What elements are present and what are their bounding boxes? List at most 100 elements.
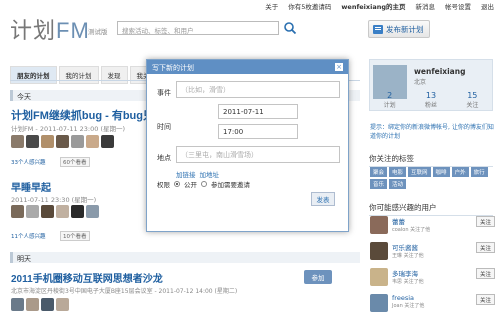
public-radio[interactable]	[174, 181, 180, 187]
tag[interactable]: 电影	[389, 167, 407, 177]
top-link-messages[interactable]: 新消息	[416, 1, 436, 11]
stat-plans[interactable]: 2 计划	[384, 91, 396, 109]
section-tomorrow-label: 明天	[17, 255, 31, 263]
avatar[interactable]	[370, 216, 388, 234]
permission-row: 权限 公开 参加需要邀请	[157, 179, 250, 189]
avatar[interactable]	[71, 205, 84, 218]
stat-following[interactable]: 15 关注	[466, 91, 478, 109]
tab-discover[interactable]: 发现	[100, 66, 128, 84]
add-address[interactable]: 加地址	[200, 169, 220, 179]
search-input[interactable]: 搜索活动、标签、和用户	[117, 21, 279, 35]
want-button[interactable]: 10个看看	[60, 231, 90, 241]
tag[interactable]: 户外	[451, 167, 469, 177]
tab-mine[interactable]: 我的计划	[58, 66, 99, 84]
close-icon[interactable]: ×	[335, 63, 343, 71]
rec-name[interactable]: 可乐酱酱	[392, 242, 424, 252]
logo[interactable]: 计划FM	[10, 13, 90, 45]
avatar[interactable]	[101, 135, 114, 148]
avatar[interactable]	[370, 268, 388, 286]
follow-button[interactable]: 关注	[475, 268, 495, 279]
post-meta: 北京市海淀区丹棱街3号中国电子大厦B座15层会议室 - 2011-07-12 1…	[11, 288, 238, 295]
tab-friends[interactable]: 朋友的计划	[10, 66, 57, 84]
rec-name[interactable]: 蕾蕾	[392, 216, 430, 226]
tag-list: 聚会 电影 互联网 咖啡 户外 旅行 音乐 活动	[370, 167, 495, 189]
search-icon	[284, 22, 297, 35]
date-input[interactable]: 2011-07-11	[218, 104, 298, 119]
stat-value: 15	[467, 91, 478, 100]
avatar[interactable]	[41, 205, 54, 218]
profile-name[interactable]: wenfeixiang	[414, 67, 465, 76]
add-links: 加链接 加地址	[176, 169, 219, 179]
tag[interactable]: 聚会	[370, 167, 388, 177]
avatar[interactable]	[41, 135, 54, 148]
follow-button[interactable]: 关注	[475, 216, 495, 227]
avatar[interactable]	[56, 205, 69, 218]
rec-name[interactable]: 多瑞李海	[392, 268, 424, 278]
recommend-item: 蕾蕾 coalon 关注了他 关注	[370, 216, 495, 234]
post-title[interactable]: 计划FM继续抓bug - 有bug只	[11, 107, 154, 123]
avatar[interactable]	[370, 242, 388, 260]
stat-fans[interactable]: 13 粉丝	[425, 91, 437, 109]
avatar[interactable]	[86, 205, 99, 218]
stat-label: 粉丝	[424, 102, 437, 109]
top-link-logout[interactable]: 退出	[481, 1, 494, 11]
send-button[interactable]: 发表	[311, 192, 335, 206]
add-link[interactable]: 加链接	[176, 169, 196, 179]
beta-label: 测试版	[88, 28, 108, 36]
rec-name[interactable]: freesia	[392, 294, 424, 302]
rec-sub: 王琳 关注了他	[392, 253, 424, 259]
top-link-settings[interactable]: 帐号设置	[445, 1, 471, 11]
publish-button[interactable]: 发布新计划	[368, 20, 430, 38]
interested-count[interactable]: 11个人感兴趣	[11, 232, 46, 240]
avatar[interactable]	[26, 298, 39, 311]
invite-radio[interactable]	[201, 181, 207, 187]
avatar[interactable]	[56, 298, 69, 311]
tag[interactable]: 互联网	[408, 167, 431, 177]
avatar[interactable]	[11, 298, 24, 311]
avatar[interactable]	[56, 135, 69, 148]
avatar[interactable]	[11, 135, 24, 148]
tag[interactable]: 音乐	[370, 179, 388, 189]
search-button[interactable]	[283, 20, 297, 36]
join-button[interactable]: 参加	[304, 270, 332, 284]
tag[interactable]: 咖啡	[432, 167, 450, 177]
event-input[interactable]: （比如，滑雪）	[176, 81, 340, 98]
tabs: 朋友的计划 我的计划 发现 我关注	[10, 66, 163, 84]
avatar[interactable]	[11, 205, 24, 218]
follow-button[interactable]: 关注	[475, 294, 495, 305]
public-label: 公开	[184, 181, 197, 189]
dialog-title: 写下新的计划	[152, 64, 194, 72]
post-meta: 计划FM - 2011-07-11 23:00 (星期一)	[11, 125, 126, 133]
avatar[interactable]	[71, 135, 84, 148]
top-link-about[interactable]: 关于	[265, 1, 278, 11]
rec-sub: coalon 关注了他	[392, 227, 431, 233]
recommend-heading: 你可能感兴趣的用户	[369, 202, 493, 216]
post-title[interactable]: 早睡早起	[11, 179, 51, 194]
note-icon	[373, 24, 383, 34]
want-button[interactable]: 60个看看	[60, 157, 90, 167]
place-input[interactable]: （三里屯，南山滑雪场）	[176, 146, 340, 163]
post-avatars	[11, 205, 99, 218]
time-input[interactable]: 17:00	[218, 124, 298, 139]
post-title[interactable]: 2011手机圈移动互联网思想者沙龙	[11, 270, 163, 285]
avatar[interactable]	[86, 135, 99, 148]
publish-label: 发布新计划	[386, 24, 424, 34]
avatar[interactable]	[41, 298, 54, 311]
tag[interactable]: 旅行	[470, 167, 488, 177]
tag[interactable]: 活动	[389, 179, 407, 189]
top-link-invites[interactable]: 你有5枚邀请码	[288, 1, 331, 11]
avatar[interactable]	[370, 294, 388, 312]
avatar[interactable]	[26, 135, 39, 148]
stat-label: 计划	[383, 102, 396, 109]
top-link-home[interactable]: wenfeixiang的主页	[341, 1, 405, 11]
dialog-header: 写下新的计划 ×	[147, 60, 348, 74]
tags-heading: 你关注的标签	[369, 153, 493, 167]
logo-fm: FM	[56, 18, 90, 43]
rec-sub: 韦思 关注了他	[392, 279, 424, 285]
rec-sub: Joan 关注了他	[392, 303, 425, 309]
interested-count[interactable]: 33个人感兴趣	[11, 158, 46, 166]
bind-tip[interactable]: 提示：绑定你的新浪微博帐号, 让你的博友们知道你的计划	[370, 124, 495, 141]
avatar[interactable]	[26, 205, 39, 218]
follow-button[interactable]: 关注	[475, 242, 495, 253]
post-avatars	[11, 135, 114, 148]
